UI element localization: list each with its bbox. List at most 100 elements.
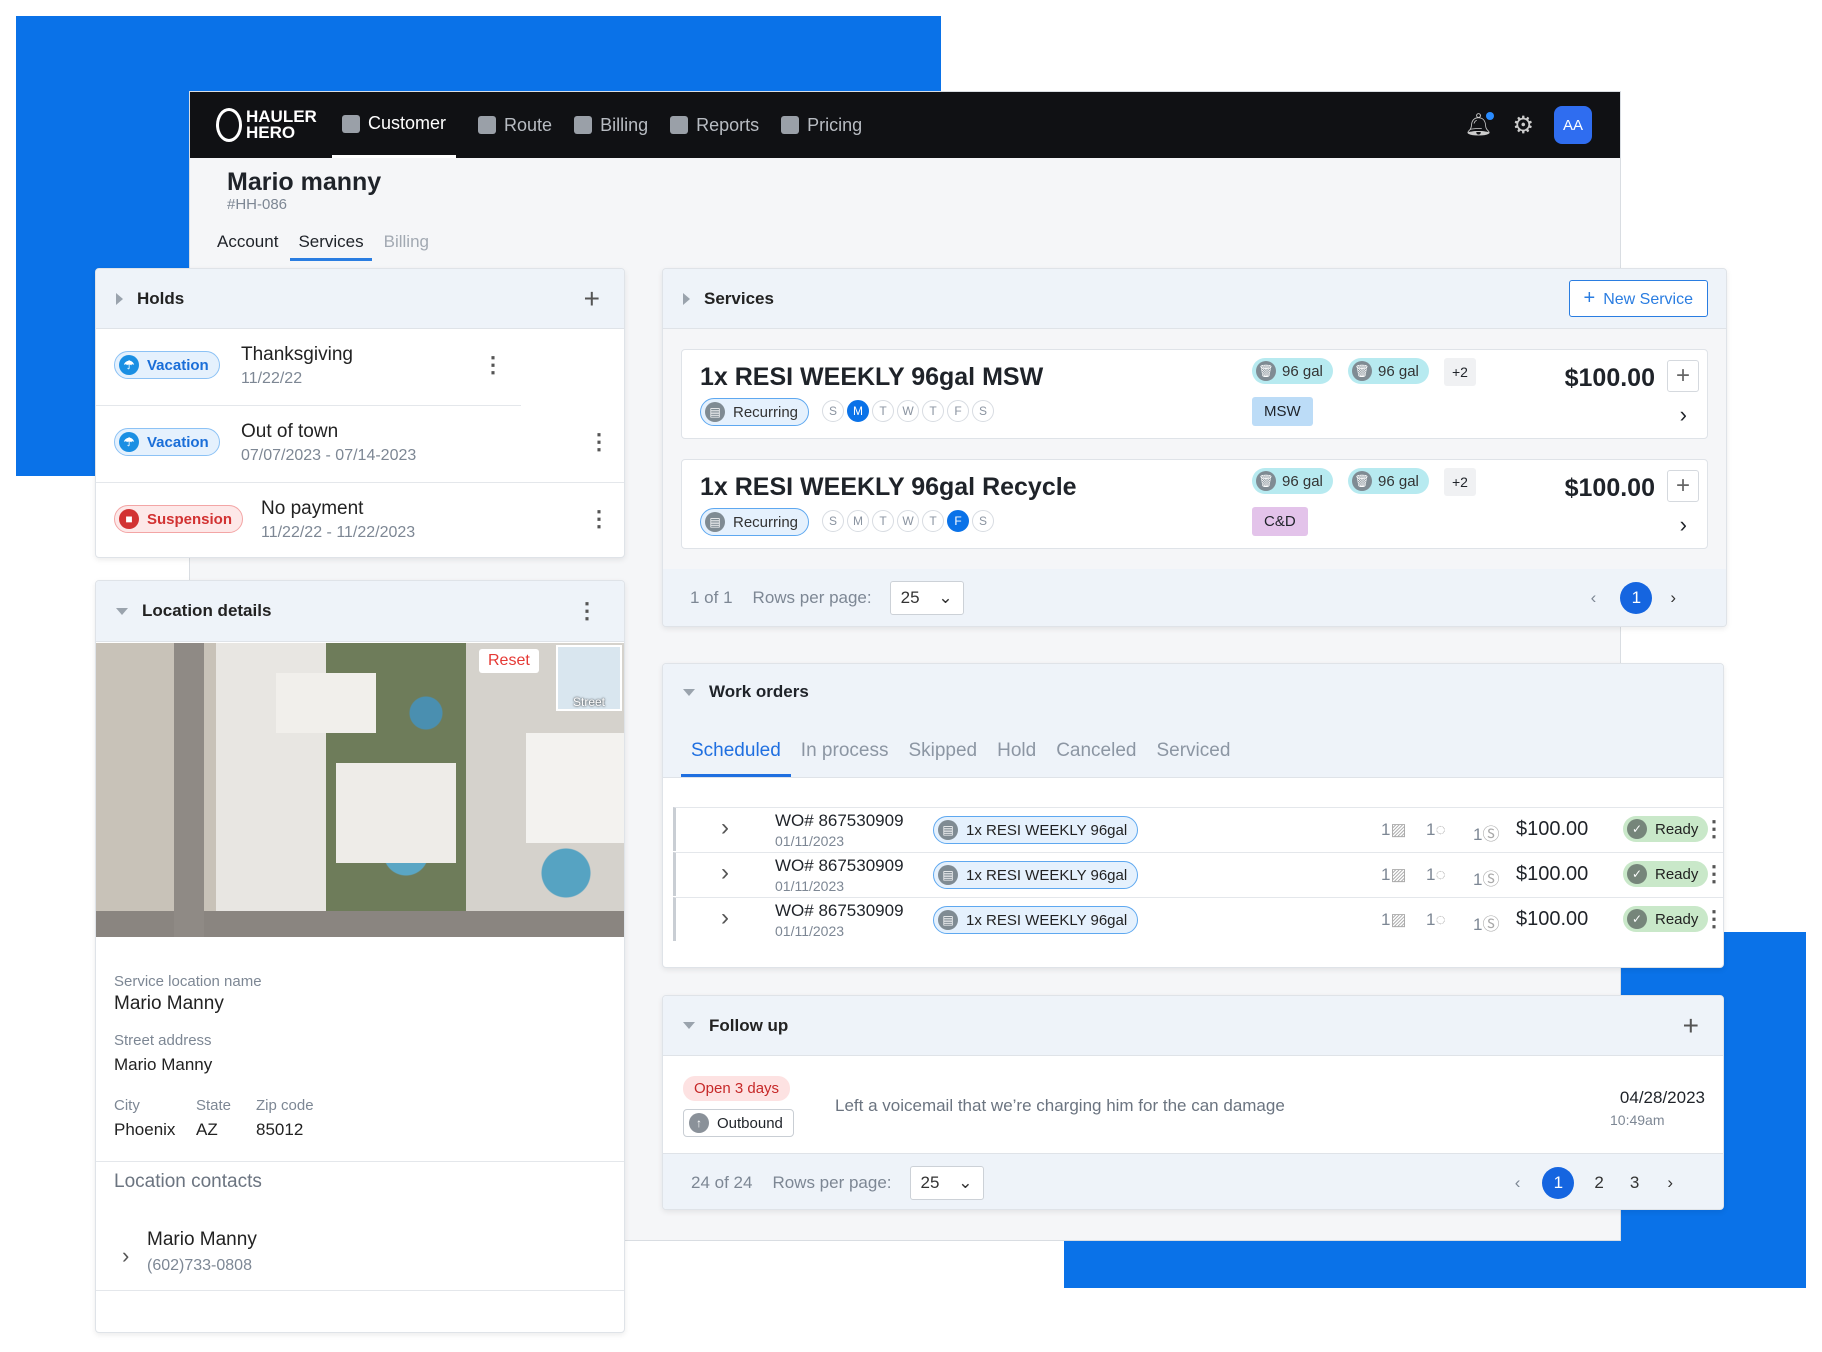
service-item[interactable]: 1x RESI WEEKLY 96gal MSW ▤ Recurring SMTW… xyxy=(681,349,1708,439)
hold-menu-button[interactable]: ⋮ xyxy=(482,354,504,376)
rows-select[interactable]: 25 ⌄ xyxy=(889,581,964,615)
nav-billing[interactable]: Billing xyxy=(574,92,648,158)
work-order-row[interactable]: › WO# 867530909 01/11/2023 ▤ 1x RESI WEEK… xyxy=(673,807,1723,851)
calendar-icon: ▤ xyxy=(705,512,725,532)
chevron-down-icon: ⌄ xyxy=(958,1172,973,1192)
dollar-icon: Ⓢ xyxy=(1482,825,1500,844)
row-menu-button[interactable]: ⋮ xyxy=(1703,908,1723,930)
prev-page-button[interactable]: ‹ xyxy=(1515,1173,1521,1193)
services-card: Services + New Service 1x RESI WEEKLY 96g… xyxy=(662,268,1727,627)
work-order-number: WO# 867530909 xyxy=(775,811,904,830)
follow-up-date: 04/28/2023 xyxy=(1619,1088,1705,1107)
tab-billing[interactable]: Billing xyxy=(384,232,429,261)
work-order-row[interactable]: › WO# 867530909 01/11/2023 ▤ 1x RESI WEEK… xyxy=(673,852,1723,896)
logo[interactable]: HAULER HERO xyxy=(216,108,317,142)
tab-canceled[interactable]: Canceled xyxy=(1056,740,1136,777)
follow-up-note: Left a voicemail that we’re charging him… xyxy=(835,1096,1285,1115)
tab-in-process[interactable]: In process xyxy=(801,740,889,777)
row-menu-button[interactable]: ⋮ xyxy=(1703,818,1723,840)
chevron-right-icon[interactable]: › xyxy=(721,814,729,842)
chevron-right-icon[interactable]: › xyxy=(721,859,729,887)
tab-account[interactable]: Account xyxy=(217,232,278,261)
page-3-button[interactable]: 3 xyxy=(1630,1173,1639,1193)
document-check-icon: ✓ xyxy=(1627,909,1647,929)
page-1-button[interactable]: 1 xyxy=(1620,582,1653,614)
calendar-icon: ▤ xyxy=(938,820,958,840)
calendar-icon: ▤ xyxy=(938,910,958,930)
nav-route[interactable]: Route xyxy=(478,92,552,158)
outbound-call-icon: ↑ xyxy=(689,1113,709,1133)
hold-date: 11/22/22 xyxy=(241,370,303,387)
open-days-badge: Open 3 days xyxy=(683,1076,791,1101)
holds-header[interactable]: Holds + xyxy=(96,269,624,329)
nav-label: Reports xyxy=(696,114,760,135)
next-page-button[interactable]: › xyxy=(1670,588,1676,608)
ready-badge: ✓ Ready xyxy=(1623,906,1709,932)
prev-page-button[interactable]: ‹ xyxy=(1591,588,1597,608)
bell-icon[interactable]: 🔔︎ xyxy=(1465,112,1495,138)
hold-menu-button[interactable]: ⋮ xyxy=(588,508,610,530)
image-icon: ▨ xyxy=(1390,910,1407,929)
tab-services[interactable]: Services xyxy=(290,232,372,261)
satellite-map[interactable]: Reset Street xyxy=(96,643,624,937)
avatar[interactable]: AA xyxy=(1554,106,1592,144)
service-item[interactable]: 1x RESI WEEKLY 96gal Recycle ▤ Recurring … xyxy=(681,459,1708,549)
location-header[interactable]: Location details ⋮ xyxy=(96,581,624,642)
work-order-row[interactable]: › WO# 867530909 01/11/2023 ▤ 1x RESI WEEK… xyxy=(673,897,1723,941)
tab-skipped[interactable]: Skipped xyxy=(908,740,977,777)
logo-wheel-icon xyxy=(216,108,242,142)
chevron-right-icon[interactable]: › xyxy=(721,904,729,932)
chevron-right-icon[interactable]: › xyxy=(1680,512,1687,538)
hold-item: ☂ Vacation Thanksgiving 11/22/22 ⋮ xyxy=(96,330,521,406)
work-order-price: $100.00 xyxy=(1516,818,1589,840)
day-4: T xyxy=(922,510,944,532)
contact-name: Mario Manny xyxy=(147,1229,257,1250)
new-service-button[interactable]: + New Service xyxy=(1568,280,1708,317)
add-button[interactable]: + xyxy=(1667,470,1699,502)
location-menu-button[interactable]: ⋮ xyxy=(576,600,598,622)
map-reset-button[interactable]: Reset xyxy=(479,649,539,673)
street-label: Street address xyxy=(114,1032,212,1049)
nav-pricing[interactable]: Pricing xyxy=(781,92,862,158)
page-2-button[interactable]: 2 xyxy=(1594,1173,1603,1193)
hold-menu-button[interactable]: ⋮ xyxy=(588,431,610,453)
work-orders-card: Work orders Scheduled In process Skipped Ho… xyxy=(662,663,1724,968)
work-order-number: WO# 867530909 xyxy=(775,901,904,920)
ready-badge: ✓ Ready xyxy=(1623,816,1709,842)
umbrella-icon: ☂ xyxy=(119,432,139,452)
tab-serviced[interactable]: Serviced xyxy=(1156,740,1230,777)
day-4: T xyxy=(922,400,944,422)
work-order-price: $100.00 xyxy=(1516,863,1589,885)
add-button[interactable]: + xyxy=(1667,360,1699,392)
chevron-right-icon[interactable]: › xyxy=(1680,402,1687,428)
chevron-down-icon: ⌄ xyxy=(938,588,953,607)
add-follow-up-button[interactable]: + xyxy=(1683,1010,1699,1042)
add-hold-button[interactable]: + xyxy=(584,283,600,315)
gear-icon[interactable]: ⚙ xyxy=(1512,111,1534,140)
payments-count: 1Ⓢ xyxy=(1473,915,1500,934)
tab-scheduled[interactable]: Scheduled xyxy=(681,740,791,777)
services-header[interactable]: Services + New Service xyxy=(663,269,1726,329)
rows-label: Rows per page: xyxy=(752,588,872,607)
ready-badge: ✓ Ready xyxy=(1623,861,1709,887)
day-2: T xyxy=(872,400,894,422)
follow-up-header[interactable]: Follow up + xyxy=(663,996,1723,1056)
map-street-toggle[interactable]: Street xyxy=(556,645,622,711)
tab-hold[interactable]: Hold xyxy=(997,740,1036,777)
nav-reports[interactable]: Reports xyxy=(670,92,759,158)
state-value: AZ xyxy=(196,1120,218,1139)
more-containers-badge[interactable]: +2 xyxy=(1444,358,1476,386)
hold-title: Out of town xyxy=(241,421,339,442)
city-value: Phoenix xyxy=(114,1120,176,1139)
contact-item[interactable]: › Mario Manny (602)733-0808 xyxy=(96,1221,624,1291)
contact-phone: (602)733-0808 xyxy=(147,1257,252,1274)
rows-select[interactable]: 25 ⌄ xyxy=(909,1165,984,1200)
more-containers-badge[interactable]: +2 xyxy=(1444,468,1476,496)
next-page-button[interactable]: › xyxy=(1667,1173,1673,1193)
nav-customer[interactable]: Customer xyxy=(332,92,457,158)
service-price: $100.00 xyxy=(1564,474,1655,502)
work-orders-header[interactable]: Work orders xyxy=(663,682,809,702)
page-1-button[interactable]: 1 xyxy=(1542,1166,1575,1199)
row-menu-button[interactable]: ⋮ xyxy=(1703,863,1723,885)
hold-date: 07/07/2023 - 07/14-2023 xyxy=(241,447,417,464)
